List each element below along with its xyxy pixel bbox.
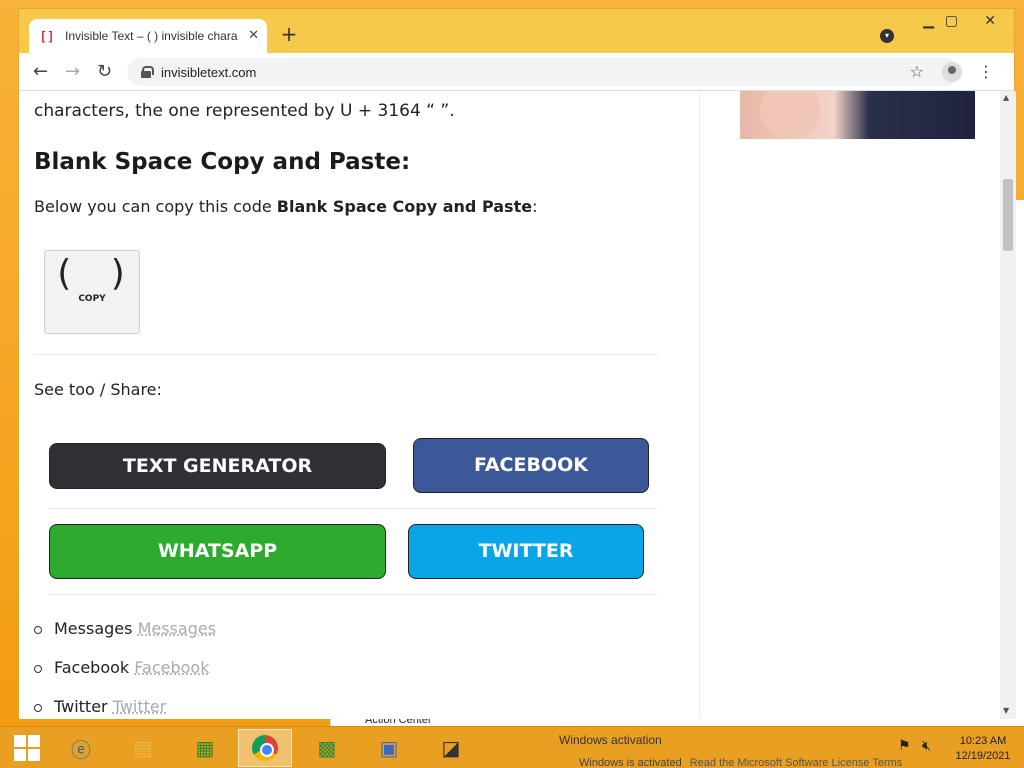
divider	[34, 354, 658, 355]
whatsapp-share-button[interactable]: WHATSAPP	[49, 524, 386, 579]
divider	[49, 594, 657, 595]
image-figure	[760, 91, 820, 139]
sidebar-divider	[699, 91, 700, 719]
back-arrow-icon[interactable]: ←	[33, 61, 48, 82]
share-label: See too / Share:	[34, 380, 162, 399]
sidebar-advert-image[interactable]	[740, 91, 975, 139]
list-item[interactable]: Twitter Twitter	[34, 697, 216, 719]
address-bar[interactable]: invisibletext.com	[127, 58, 959, 86]
file-explorer-icon[interactable]: ▤	[116, 729, 170, 767]
clock-date: 12/19/2021	[955, 750, 1011, 762]
volume-muted-icon[interactable]: 🔇︎	[922, 738, 931, 754]
vertical-scrollbar[interactable]: ▲ ▼	[1000, 91, 1016, 719]
profile-avatar-icon[interactable]	[942, 62, 962, 82]
tab-title: Invisible Text – ( ) invisible chara	[65, 29, 238, 43]
section-heading: Blank Space Copy and Paste:	[34, 149, 411, 175]
new-tab-button[interactable]: +	[277, 23, 301, 47]
start-icon[interactable]	[0, 729, 54, 767]
text-generator-button[interactable]: TEXT GENERATOR	[49, 443, 386, 489]
remote-desktop-icon[interactable]: ◪	[424, 729, 478, 767]
close-window-button[interactable]: ✕	[984, 13, 996, 29]
license-terms-link[interactable]: Read the Microsoft Software License Term…	[690, 757, 903, 768]
copy-instruction-suffix: :	[532, 197, 538, 216]
reload-icon[interactable]: ↻	[97, 61, 112, 82]
blank-character-preview: ( )	[57, 253, 139, 294]
copy-instruction-paragraph: Below you can copy this code Blank Space…	[34, 197, 537, 216]
site-favicon-icon: [ ]	[41, 29, 53, 43]
browser-window: [ ] Invisible Text – ( ) invisible chara…	[18, 8, 1016, 719]
list-item-ghost-text[interactable]: Twitter	[113, 697, 167, 716]
maximize-button[interactable]: ▢	[945, 13, 958, 29]
browser-tab[interactable]: [ ] Invisible Text – ( ) invisible chara…	[29, 19, 267, 53]
list-item-label[interactable]: Facebook	[54, 658, 129, 677]
page-viewport: characters, the one represented by U + 3…	[19, 91, 1016, 719]
internet-explorer-icon[interactable]: ⓔ	[54, 729, 108, 767]
store-icon[interactable]: ▦	[178, 729, 232, 767]
clock-time: 10:23 AM	[959, 735, 1007, 747]
twitter-share-button[interactable]: TWITTER	[408, 524, 644, 579]
copy-instruction-prefix: Below you can copy this code	[34, 197, 277, 216]
copy-label: COPY	[78, 294, 106, 304]
list-item-label[interactable]: Twitter	[54, 697, 108, 716]
lock-icon[interactable]	[141, 66, 154, 78]
list-item-ghost-text[interactable]: Facebook	[134, 658, 209, 677]
browser-toolbar: ← → ↻ invisibletext.com ☆ ⋮	[19, 53, 1014, 91]
activation-line: Windows is activated	[579, 757, 682, 768]
app-icon[interactable]: ▩	[300, 729, 354, 767]
scroll-up-arrow-icon[interactable]: ▲	[1003, 93, 1009, 102]
list-item-label[interactable]: Messages	[54, 619, 132, 638]
chrome-icon[interactable]	[238, 729, 292, 767]
network-app-icon[interactable]: ▣	[362, 729, 416, 767]
url-text[interactable]: invisibletext.com	[161, 65, 256, 80]
list-item-ghost-text[interactable]: Messages	[138, 619, 216, 638]
share-list: Messages Messages Facebook Facebook Twit…	[34, 619, 216, 719]
copy-instruction-bold: Blank Space Copy and Paste	[276, 197, 533, 216]
bookmark-star-icon[interactable]: ☆	[910, 62, 924, 81]
tab-search-icon[interactable]: ▾	[880, 29, 894, 43]
title-bar: [ ] Invisible Text – ( ) invisible chara…	[19, 9, 1014, 53]
more-menu-icon[interactable]: ⋮	[978, 62, 994, 81]
paragraph-unicode: characters, the one represented by U + 3…	[34, 101, 455, 121]
action-center-flag-icon[interactable]: ⚑	[898, 738, 911, 754]
activation-title: Windows activation	[559, 733, 662, 747]
tab-close-icon[interactable]: ✕	[248, 28, 259, 43]
copy-blank-button[interactable]: ( ) COPY	[44, 250, 140, 334]
list-item[interactable]: Facebook Facebook	[34, 658, 216, 697]
facebook-share-button[interactable]: FACEBOOK	[413, 438, 649, 493]
scroll-thumb[interactable]	[1003, 179, 1013, 251]
scroll-down-arrow-icon[interactable]: ▼	[1003, 706, 1009, 715]
list-item[interactable]: Messages Messages	[34, 619, 216, 658]
activation-status: Windows is activated Read the Microsoft S…	[579, 757, 902, 768]
minimize-button[interactable]: ▁	[923, 13, 934, 29]
system-clock[interactable]: 10:23 AM 12/19/2021	[950, 734, 1016, 764]
divider	[49, 508, 657, 509]
forward-arrow-icon[interactable]: →	[65, 61, 80, 82]
